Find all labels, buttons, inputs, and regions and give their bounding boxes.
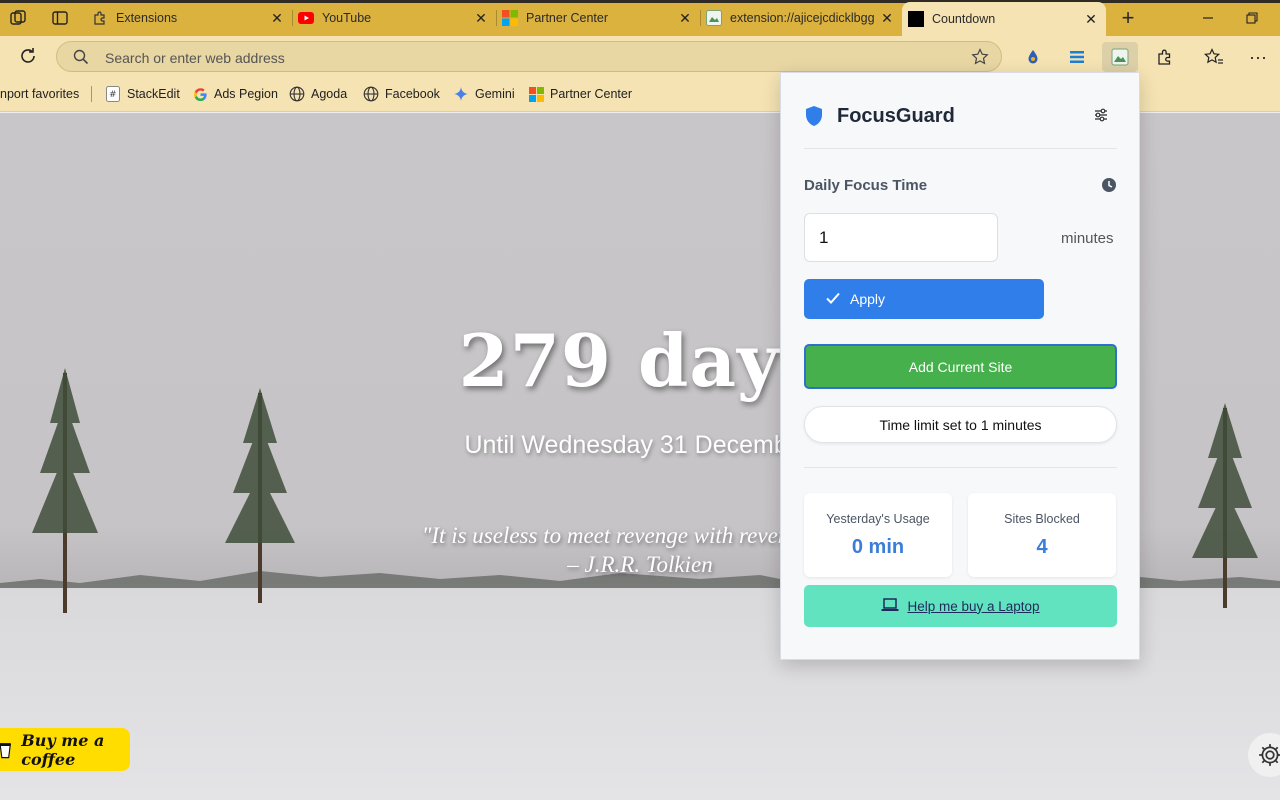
favorite-partner-center[interactable]: Partner Center (528, 85, 632, 103)
apply-button[interactable]: Apply (804, 279, 1044, 319)
buy-me-a-coffee-button[interactable]: Buy me a coffee (0, 728, 130, 771)
add-current-site-label: Add Current Site (908, 358, 1013, 375)
favorite-label: nport favorites (0, 87, 80, 101)
tab-extension-page[interactable]: extension://ajicejcdicklbgg ✕ (700, 4, 902, 32)
tab-title: YouTube (322, 11, 372, 25)
tab-strip: Extensions ✕ YouTube ✕ Partner Center ✕ … (0, 0, 1280, 36)
favorite-label: Ads Pegion (214, 87, 278, 101)
minimize-icon[interactable] (1196, 8, 1220, 28)
help-buy-laptop-label: Help me buy a Laptop (907, 598, 1040, 614)
tab-title: Extensions (116, 11, 178, 25)
refresh-icon[interactable] (18, 46, 38, 66)
checkmark-icon (826, 291, 840, 307)
stat-value: 0 min (851, 536, 905, 558)
favorite-import[interactable]: nport favorites (0, 85, 79, 103)
help-buy-laptop-button[interactable]: Help me buy a Laptop (804, 585, 1117, 627)
address-bar[interactable]: Search or enter web address (56, 41, 1002, 72)
address-toolbar: Search or enter web address ··· (0, 36, 1280, 76)
shield-icon (804, 105, 824, 132)
sites-blocked-card: Sites Blocked 4 (968, 493, 1116, 577)
favorite-stackedit[interactable]: # StackEdit (105, 85, 180, 103)
tab-title: Countdown (932, 12, 996, 26)
buy-me-a-coffee-label: Buy me a coffee (21, 730, 105, 769)
tab-partner-center[interactable]: Partner Center ✕ (496, 4, 701, 32)
globe-icon (289, 86, 305, 102)
clock-icon (1101, 177, 1117, 198)
globe-icon (363, 86, 379, 102)
settings-sliders-icon[interactable] (1093, 107, 1111, 125)
minutes-unit-label: minutes (1061, 230, 1114, 247)
more-menu-icon[interactable]: ··· (1245, 44, 1271, 70)
search-icon (73, 49, 89, 70)
popup-divider (804, 467, 1117, 468)
status-message: Time limit set to 1 minutes (804, 406, 1117, 443)
favorite-agoda[interactable]: Agoda (289, 85, 347, 103)
stackedit-icon: # (105, 86, 121, 102)
coffee-cup-icon (0, 742, 11, 758)
close-tab-icon[interactable]: ✕ (878, 9, 896, 27)
favorite-ads-pegion[interactable]: Ads Pegion (192, 85, 278, 103)
youtube-icon (298, 10, 314, 26)
apply-label: Apply (850, 291, 886, 307)
extension-list-icon[interactable] (1064, 44, 1090, 70)
favorites-icon[interactable] (1201, 44, 1227, 70)
workspaces-icon[interactable] (7, 8, 29, 28)
stat-label: Sites Blocked (1004, 512, 1080, 526)
close-tab-icon[interactable]: ✕ (472, 9, 490, 27)
countdown-favicon-icon (908, 11, 924, 27)
close-tab-icon[interactable]: ✕ (268, 9, 286, 27)
favorite-label: StackEdit (127, 87, 180, 101)
extensions-puzzle-icon[interactable] (1152, 44, 1178, 70)
address-placeholder: Search or enter web address (105, 50, 285, 66)
new-tab-plus-icon[interactable]: + (1116, 5, 1140, 30)
extension-drop-icon[interactable] (1020, 44, 1046, 70)
microsoft-icon (502, 10, 518, 26)
vertical-tabs-icon[interactable] (49, 8, 71, 28)
close-tab-icon[interactable]: ✕ (1082, 10, 1100, 28)
stat-label: Yesterday's Usage (826, 512, 930, 526)
tab-title: extension://ajicejcdicklbgg (730, 11, 875, 25)
favorites-divider (91, 86, 92, 102)
favorite-facebook[interactable]: Facebook (363, 85, 440, 103)
extension-image-icon (706, 10, 722, 26)
stat-value: 4 (1036, 536, 1048, 558)
focusguard-extension-icon[interactable] (1102, 42, 1138, 72)
tab-extensions[interactable]: Extensions ✕ (86, 4, 293, 32)
add-current-site-button[interactable]: Add Current Site (804, 344, 1117, 389)
tab-countdown[interactable]: Countdown ✕ (902, 2, 1106, 36)
restore-icon[interactable] (1240, 8, 1264, 28)
puzzle-icon (92, 10, 108, 26)
favorite-gemini[interactable]: Gemini (453, 85, 515, 103)
status-text: Time limit set to 1 minutes (879, 416, 1042, 433)
tab-youtube[interactable]: YouTube ✕ (292, 4, 497, 32)
tab-title: Partner Center (526, 11, 608, 25)
microsoft-icon (528, 86, 544, 102)
focusguard-popup: FocusGuard Daily Focus Time 1 minutes Ap… (780, 72, 1140, 660)
favorite-label: Agoda (311, 87, 348, 101)
svg-text:#: # (109, 90, 117, 100)
popup-title: FocusGuard (837, 105, 955, 127)
favorite-label: Partner Center (550, 87, 632, 101)
favorite-label: Facebook (385, 87, 440, 101)
laptop-icon (881, 597, 899, 615)
yesterday-usage-card: Yesterday's Usage 0 min (804, 493, 952, 577)
google-icon (192, 86, 208, 102)
daily-focus-time-label: Daily Focus Time (804, 177, 928, 194)
close-tab-icon[interactable]: ✕ (676, 9, 694, 27)
popup-header: FocusGuard (804, 103, 1117, 149)
focus-minutes-input[interactable]: 1 (804, 213, 998, 262)
favorite-label: Gemini (475, 87, 515, 101)
favorite-star-icon[interactable] (971, 48, 989, 71)
gemini-sparkle-icon (453, 86, 469, 102)
